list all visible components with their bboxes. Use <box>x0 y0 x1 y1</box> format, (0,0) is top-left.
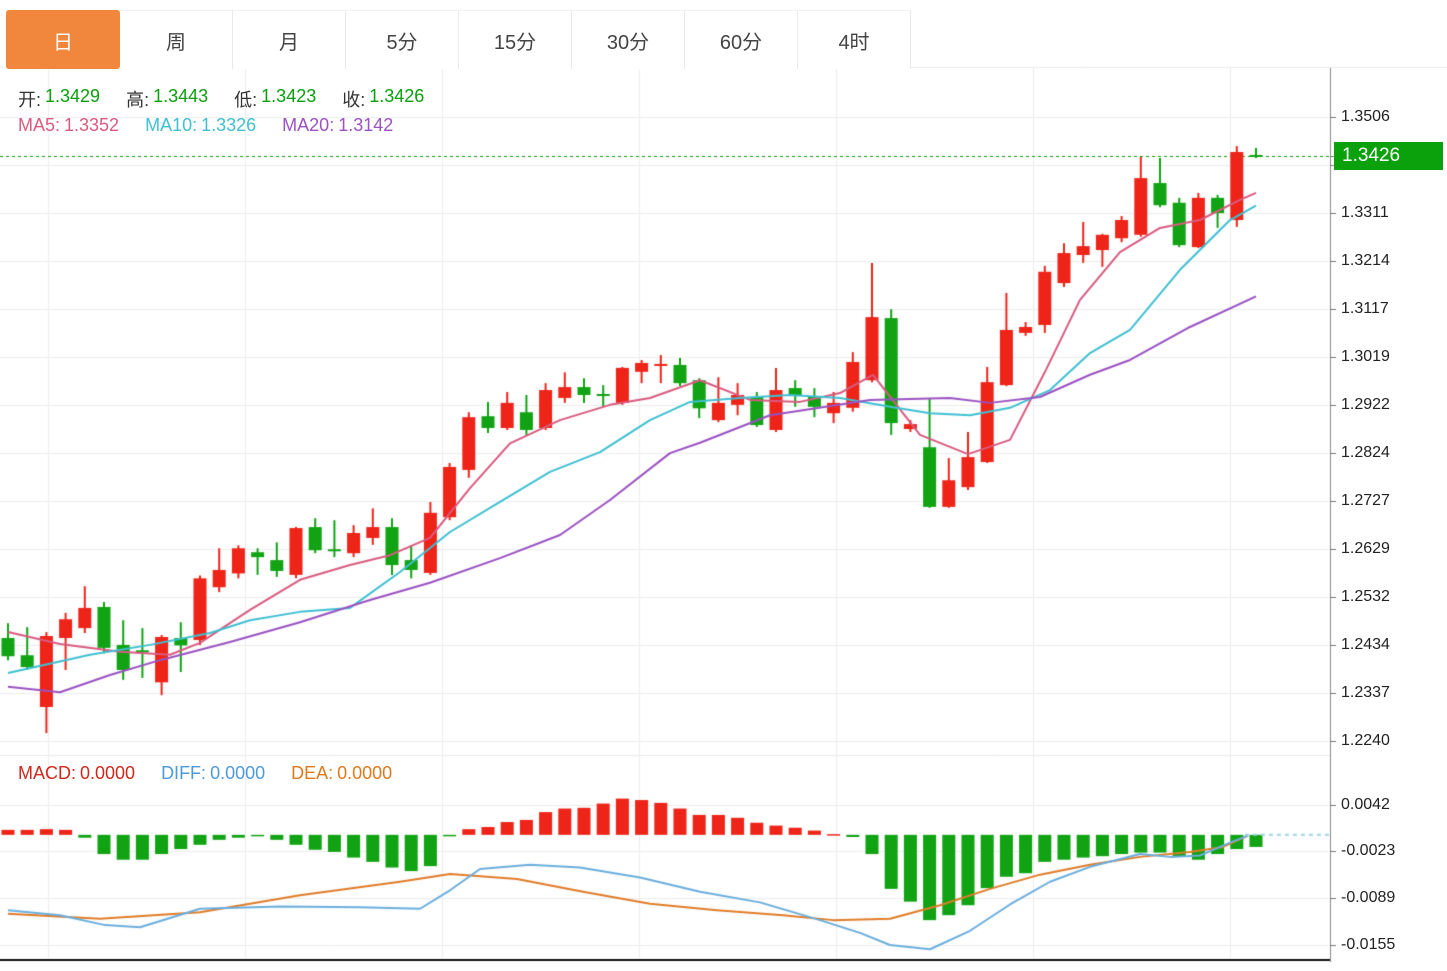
price-axis-tick-label: 1.3117 <box>1341 300 1441 318</box>
legend-label: DIFF: <box>161 763 206 784</box>
tab-5分[interactable]: 5分 <box>346 10 459 69</box>
tab-15分[interactable]: 15分 <box>459 10 572 69</box>
legend-item: DIFF:0.0000 <box>161 763 265 784</box>
legend-value: 0.0000 <box>80 763 135 784</box>
macd-axis-tick-label: -0.0023 <box>1341 842 1441 860</box>
tab-30分[interactable]: 30分 <box>572 10 685 69</box>
last-price-value: 1.3426 <box>1342 145 1400 167</box>
macd-legend: MACD:0.0000DIFF:0.0000DEA:0.0000 <box>18 763 392 784</box>
ma-legend: MA5:1.3352 MA10:1.3326 MA20:1.3142 <box>18 115 393 136</box>
legend-value: 1.3423 <box>261 86 316 112</box>
price-axis-tick-label: 1.3311 <box>1341 204 1441 222</box>
legend-label: 收: <box>342 86 365 112</box>
legend-label: MA20: <box>282 115 334 136</box>
timeframe-tabbar: 日周月5分15分30分60分4时 <box>6 10 911 69</box>
tab-4时[interactable]: 4时 <box>798 10 911 69</box>
legend-value: 1.3142 <box>338 115 393 136</box>
tab-周[interactable]: 周 <box>120 10 233 69</box>
macd-axis-tick-label: 0.0042 <box>1341 796 1441 814</box>
legend-value: 1.3443 <box>153 86 208 112</box>
legend-item: MA20:1.3142 <box>282 115 393 136</box>
price-axis-tick-label: 1.3214 <box>1341 252 1441 270</box>
legend-item: MA5:1.3352 <box>18 115 119 136</box>
price-axis-tick-label: 1.2727 <box>1341 492 1441 510</box>
legend-label: MA5: <box>18 115 60 136</box>
legend-item: MACD:0.0000 <box>18 763 135 784</box>
legend-label: DEA: <box>291 763 333 784</box>
legend-label: MA10: <box>145 115 197 136</box>
price-axis-tick-label: 1.2434 <box>1341 636 1441 654</box>
legend-value: 1.3352 <box>64 115 119 136</box>
macd-axis-tick-label: -0.0155 <box>1341 936 1441 954</box>
legend-item: 低:1.3423 <box>234 86 316 112</box>
price-axis-tick-label: 1.2629 <box>1341 540 1441 558</box>
tab-日[interactable]: 日 <box>6 10 120 69</box>
price-axis-tick-label: 1.2532 <box>1341 588 1441 606</box>
price-axis-tick-label: 1.3506 <box>1341 108 1441 126</box>
legend-item: 开:1.3429 <box>18 86 100 112</box>
last-price-tag: 1.3426 <box>1334 142 1443 170</box>
tab-60分[interactable]: 60分 <box>685 10 798 69</box>
legend-item: 收:1.3426 <box>342 86 424 112</box>
price-axis-tick-label: 1.3019 <box>1341 348 1441 366</box>
candlestick-chart-canvas[interactable] <box>0 0 1447 971</box>
legend-value: 1.3429 <box>45 86 100 112</box>
tab-月[interactable]: 月 <box>233 10 346 69</box>
legend-value: 0.0000 <box>337 763 392 784</box>
price-axis-tick-label: 1.2824 <box>1341 444 1441 462</box>
legend-item: MA10:1.3326 <box>145 115 256 136</box>
legend-item: 高:1.3443 <box>126 86 208 112</box>
price-axis-tick-label: 1.2922 <box>1341 396 1441 414</box>
price-axis-tick-label: 1.2337 <box>1341 684 1441 702</box>
legend-label: MACD: <box>18 763 76 784</box>
trading-chart-app: 日周月5分15分30分60分4时 开:1.3429高:1.3443低:1.342… <box>0 0 1447 971</box>
legend-value: 1.3426 <box>369 86 424 112</box>
legend-label: 低: <box>234 86 257 112</box>
price-axis-tick-label: 1.2240 <box>1341 732 1441 750</box>
legend-label: 开: <box>18 86 41 112</box>
legend-value: 0.0000 <box>210 763 265 784</box>
legend-label: 高: <box>126 86 149 112</box>
legend-value: 1.3326 <box>201 115 256 136</box>
legend-item: DEA:0.0000 <box>291 763 392 784</box>
macd-axis-tick-label: -0.0089 <box>1341 889 1441 907</box>
ohlc-legend: 开:1.3429 高:1.3443 低:1.3423 收:1.3426 <box>18 86 424 112</box>
